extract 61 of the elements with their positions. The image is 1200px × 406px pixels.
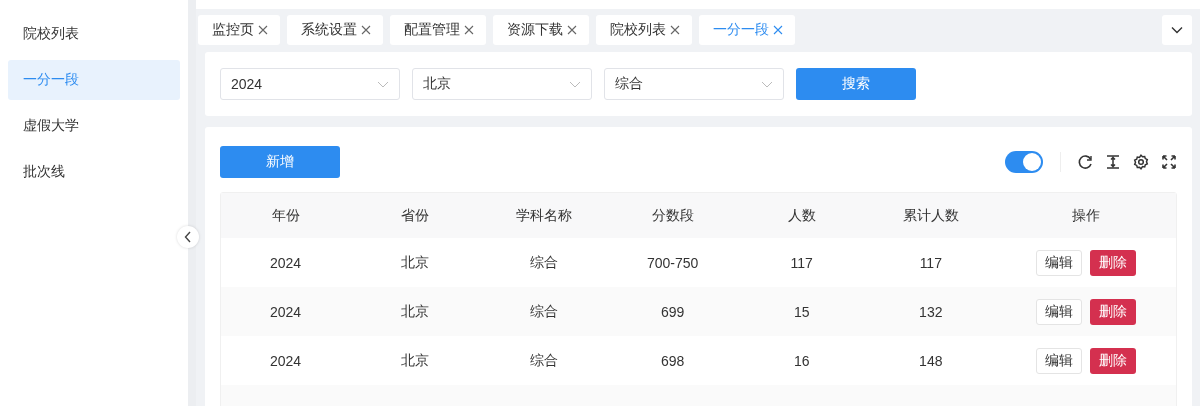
- table-cell: 北京: [400, 302, 429, 319]
- delete-button[interactable]: 删除: [1089, 298, 1136, 325]
- delete-button[interactable]: 删除: [1089, 249, 1136, 276]
- edit-button[interactable]: 编辑: [1035, 298, 1082, 325]
- sidebar-item[interactable]: 虚假大学: [8, 106, 180, 146]
- column-header: 分数段: [650, 206, 695, 225]
- tab[interactable]: 院校列表: [596, 15, 692, 45]
- table-cell: 117: [790, 254, 813, 271]
- table-cell: 698: [661, 352, 685, 369]
- chevron-down-icon: [569, 80, 581, 88]
- column-header: 年份: [270, 206, 301, 225]
- column-header: 学科名称: [514, 206, 573, 225]
- table-cell: 2024: [269, 352, 302, 369]
- chevron-down-icon: [761, 80, 773, 88]
- column-header: 省份: [399, 206, 430, 225]
- close-icon[interactable]: [567, 25, 577, 35]
- toggle-switch[interactable]: [1005, 151, 1043, 173]
- table-cell: 117: [919, 254, 942, 271]
- tabs-dropdown-button[interactable]: [1162, 15, 1192, 45]
- table-cell: 16: [793, 352, 810, 369]
- select-field[interactable]: 北京: [412, 68, 592, 100]
- table-cell: 148: [919, 352, 943, 369]
- chevron-left-icon: [184, 231, 192, 243]
- table-cell: 综合: [529, 302, 558, 319]
- table-cell: 699: [661, 303, 685, 320]
- select-field[interactable]: 综合: [604, 68, 784, 100]
- close-icon[interactable]: [258, 25, 268, 35]
- edit-button[interactable]: 编辑: [1035, 347, 1082, 374]
- sidebar-item[interactable]: 院校列表: [8, 14, 180, 54]
- close-icon[interactable]: [773, 25, 783, 35]
- row-height-icon[interactable]: [1105, 154, 1121, 170]
- column-header: 操作: [1070, 206, 1101, 225]
- table-cell: 综合: [529, 253, 558, 270]
- select-field[interactable]: 2024: [220, 68, 400, 100]
- sidebar-item[interactable]: 批次线: [8, 152, 180, 192]
- tab[interactable]: 配置管理: [390, 15, 486, 45]
- delete-button[interactable]: 删除: [1089, 347, 1136, 374]
- tab[interactable]: 一分一段: [699, 15, 795, 45]
- table-cell: 132: [919, 303, 943, 320]
- column-header: 累计人数: [901, 206, 960, 225]
- tab[interactable]: 资源下载: [493, 15, 589, 45]
- table-cell: 2024: [269, 303, 302, 320]
- table-cell: 15: [793, 303, 810, 320]
- chevron-down-icon: [1171, 26, 1183, 34]
- close-icon[interactable]: [464, 25, 474, 35]
- fullscreen-icon[interactable]: [1161, 154, 1177, 170]
- table-cell: 700-750: [647, 254, 699, 271]
- chevron-down-icon: [377, 80, 389, 88]
- collapse-button[interactable]: [177, 226, 199, 248]
- refresh-icon[interactable]: [1077, 154, 1093, 170]
- table-cell: 北京: [400, 351, 429, 368]
- column-header: 人数: [786, 206, 817, 225]
- tab[interactable]: 系统设置: [287, 15, 383, 45]
- tab[interactable]: 监控页: [198, 15, 280, 45]
- settings-icon[interactable]: [1133, 154, 1149, 170]
- close-icon[interactable]: [670, 25, 680, 35]
- table-cell: 北京: [400, 253, 429, 270]
- table-cell: 综合: [529, 351, 558, 368]
- table-cell: 2024: [269, 254, 302, 271]
- close-icon[interactable]: [361, 25, 371, 35]
- edit-button[interactable]: 编辑: [1035, 249, 1082, 276]
